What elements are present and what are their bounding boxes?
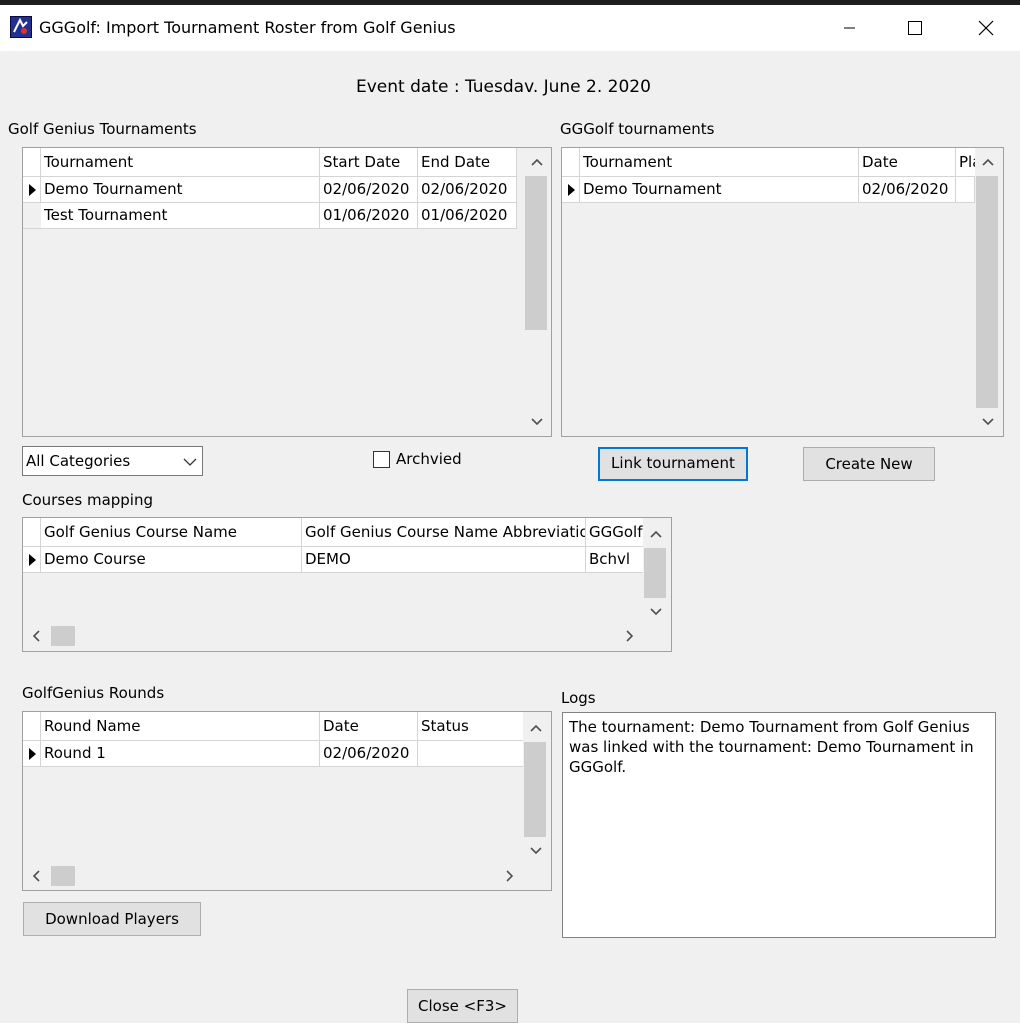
category-select-value: All Categories <box>26 452 131 470</box>
current-row-indicator-icon <box>29 748 36 760</box>
scroll-right-icon[interactable] <box>497 864 523 888</box>
link-tournament-button[interactable]: Link tournament <box>598 447 748 481</box>
scroll-up-icon[interactable] <box>643 522 669 546</box>
column-header-gggolf[interactable]: GGGolf <box>586 518 643 546</box>
scroll-down-icon[interactable] <box>975 410 1001 434</box>
current-row-indicator-icon <box>29 554 36 566</box>
rounds-vertical-scrollbar[interactable] <box>523 712 549 864</box>
scroll-down-icon[interactable] <box>643 600 669 624</box>
column-header-tournament[interactable]: Tournament <box>580 148 859 176</box>
gggolf-tournaments-label: GGGolf tournaments <box>560 120 715 138</box>
gg-tournaments-header: Tournament Start Date End Date <box>23 148 517 177</box>
scroll-thumb[interactable] <box>51 626 75 646</box>
logs-textarea[interactable]: The tournament: Demo Tournament from Gol… <box>562 712 996 938</box>
gggolf-tournaments-grid[interactable]: Tournament Date Pla Demo Tournament 02/0… <box>561 147 1004 437</box>
minimize-icon <box>844 27 855 29</box>
create-new-button[interactable]: Create New <box>803 447 935 481</box>
gg-tournaments-grid[interactable]: Tournament Start Date End Date Demo Tour… <box>22 147 552 437</box>
rounds-header: Round Name Date Status <box>23 712 523 741</box>
scroll-down-icon[interactable] <box>523 839 549 863</box>
close-window-button[interactable] <box>963 5 1009 51</box>
window-title: GGGolf: Import Tournament Roster from Go… <box>39 18 456 37</box>
rounds-label: GolfGenius Rounds <box>22 684 165 702</box>
gggolf-tournaments-header: Tournament Date Pla <box>562 148 981 177</box>
rounds-horizontal-scrollbar[interactable] <box>23 864 523 888</box>
rounds-grid[interactable]: Round Name Date Status Round 1 02/06/202… <box>22 711 552 891</box>
courses-vertical-scrollbar[interactable] <box>643 518 669 624</box>
courses-mapping-label: Courses mapping <box>22 491 153 509</box>
table-row[interactable]: Demo Course DEMO Bchvl <box>23 547 643 573</box>
scroll-thumb[interactable] <box>51 866 75 886</box>
scroll-thumb[interactable] <box>524 742 546 837</box>
gg-tournaments-vertical-scrollbar[interactable] <box>524 148 550 436</box>
archived-checkbox[interactable] <box>373 451 390 468</box>
column-header-date[interactable]: Date <box>320 712 418 740</box>
event-date-label: Event date : Tuesdav. June 2. 2020 <box>356 77 651 97</box>
current-row-indicator-icon <box>29 184 36 196</box>
table-row[interactable]: Demo Tournament 02/06/2020 02/06/2020 <box>23 177 517 203</box>
archived-checkbox-label[interactable]: Archvied <box>396 450 462 468</box>
app-golf-icon <box>10 16 32 38</box>
scroll-down-icon[interactable] <box>524 410 550 434</box>
courses-mapping-grid[interactable]: Golf Genius Course Name Golf Genius Cour… <box>22 517 672 652</box>
gggolf-tournaments-vertical-scrollbar[interactable] <box>975 148 1001 436</box>
table-row[interactable]: Round 1 02/06/2020 <box>23 741 523 767</box>
category-select[interactable]: All Categories <box>22 446 203 476</box>
column-header-gg-course-name[interactable]: Golf Genius Course Name <box>41 518 302 546</box>
scroll-up-icon[interactable] <box>524 150 550 174</box>
download-players-button[interactable]: Download Players <box>23 902 201 936</box>
gg-tournaments-label: Golf Genius Tournaments <box>8 120 197 138</box>
column-header-gg-course-abbreviation[interactable]: Golf Genius Course Name Abbreviation <box>302 518 586 546</box>
column-header-status[interactable]: Status <box>418 712 523 740</box>
scroll-thumb[interactable] <box>525 176 547 330</box>
close-icon <box>978 20 994 36</box>
scroll-thumb[interactable] <box>976 176 998 408</box>
courses-mapping-header: Golf Genius Course Name Golf Genius Cour… <box>23 518 643 547</box>
table-row[interactable]: Demo Tournament 02/06/2020 <box>562 177 975 203</box>
scroll-left-icon[interactable] <box>23 624 49 648</box>
minimize-button[interactable] <box>827 5 873 51</box>
scroll-up-icon[interactable] <box>523 716 549 740</box>
logs-label: Logs <box>561 689 596 707</box>
scroll-thumb[interactable] <box>644 548 666 598</box>
column-header-round-name[interactable]: Round Name <box>41 712 320 740</box>
chevron-down-icon <box>183 458 197 466</box>
column-header-tournament[interactable]: Tournament <box>41 148 320 176</box>
column-header-start-date[interactable]: Start Date <box>320 148 418 176</box>
scroll-left-icon[interactable] <box>23 864 49 888</box>
current-row-indicator-icon <box>568 184 575 196</box>
courses-horizontal-scrollbar[interactable] <box>23 624 643 648</box>
column-header-date[interactable]: Date <box>859 148 956 176</box>
maximize-button[interactable] <box>892 5 938 51</box>
scroll-right-icon[interactable] <box>617 624 643 648</box>
scroll-up-icon[interactable] <box>975 150 1001 174</box>
table-row[interactable]: Test Tournament 01/06/2020 01/06/2020 <box>23 203 517 229</box>
column-header-end-date[interactable]: End Date <box>418 148 517 176</box>
maximize-icon <box>908 21 922 35</box>
close-button[interactable]: Close <F3> <box>407 989 518 1023</box>
